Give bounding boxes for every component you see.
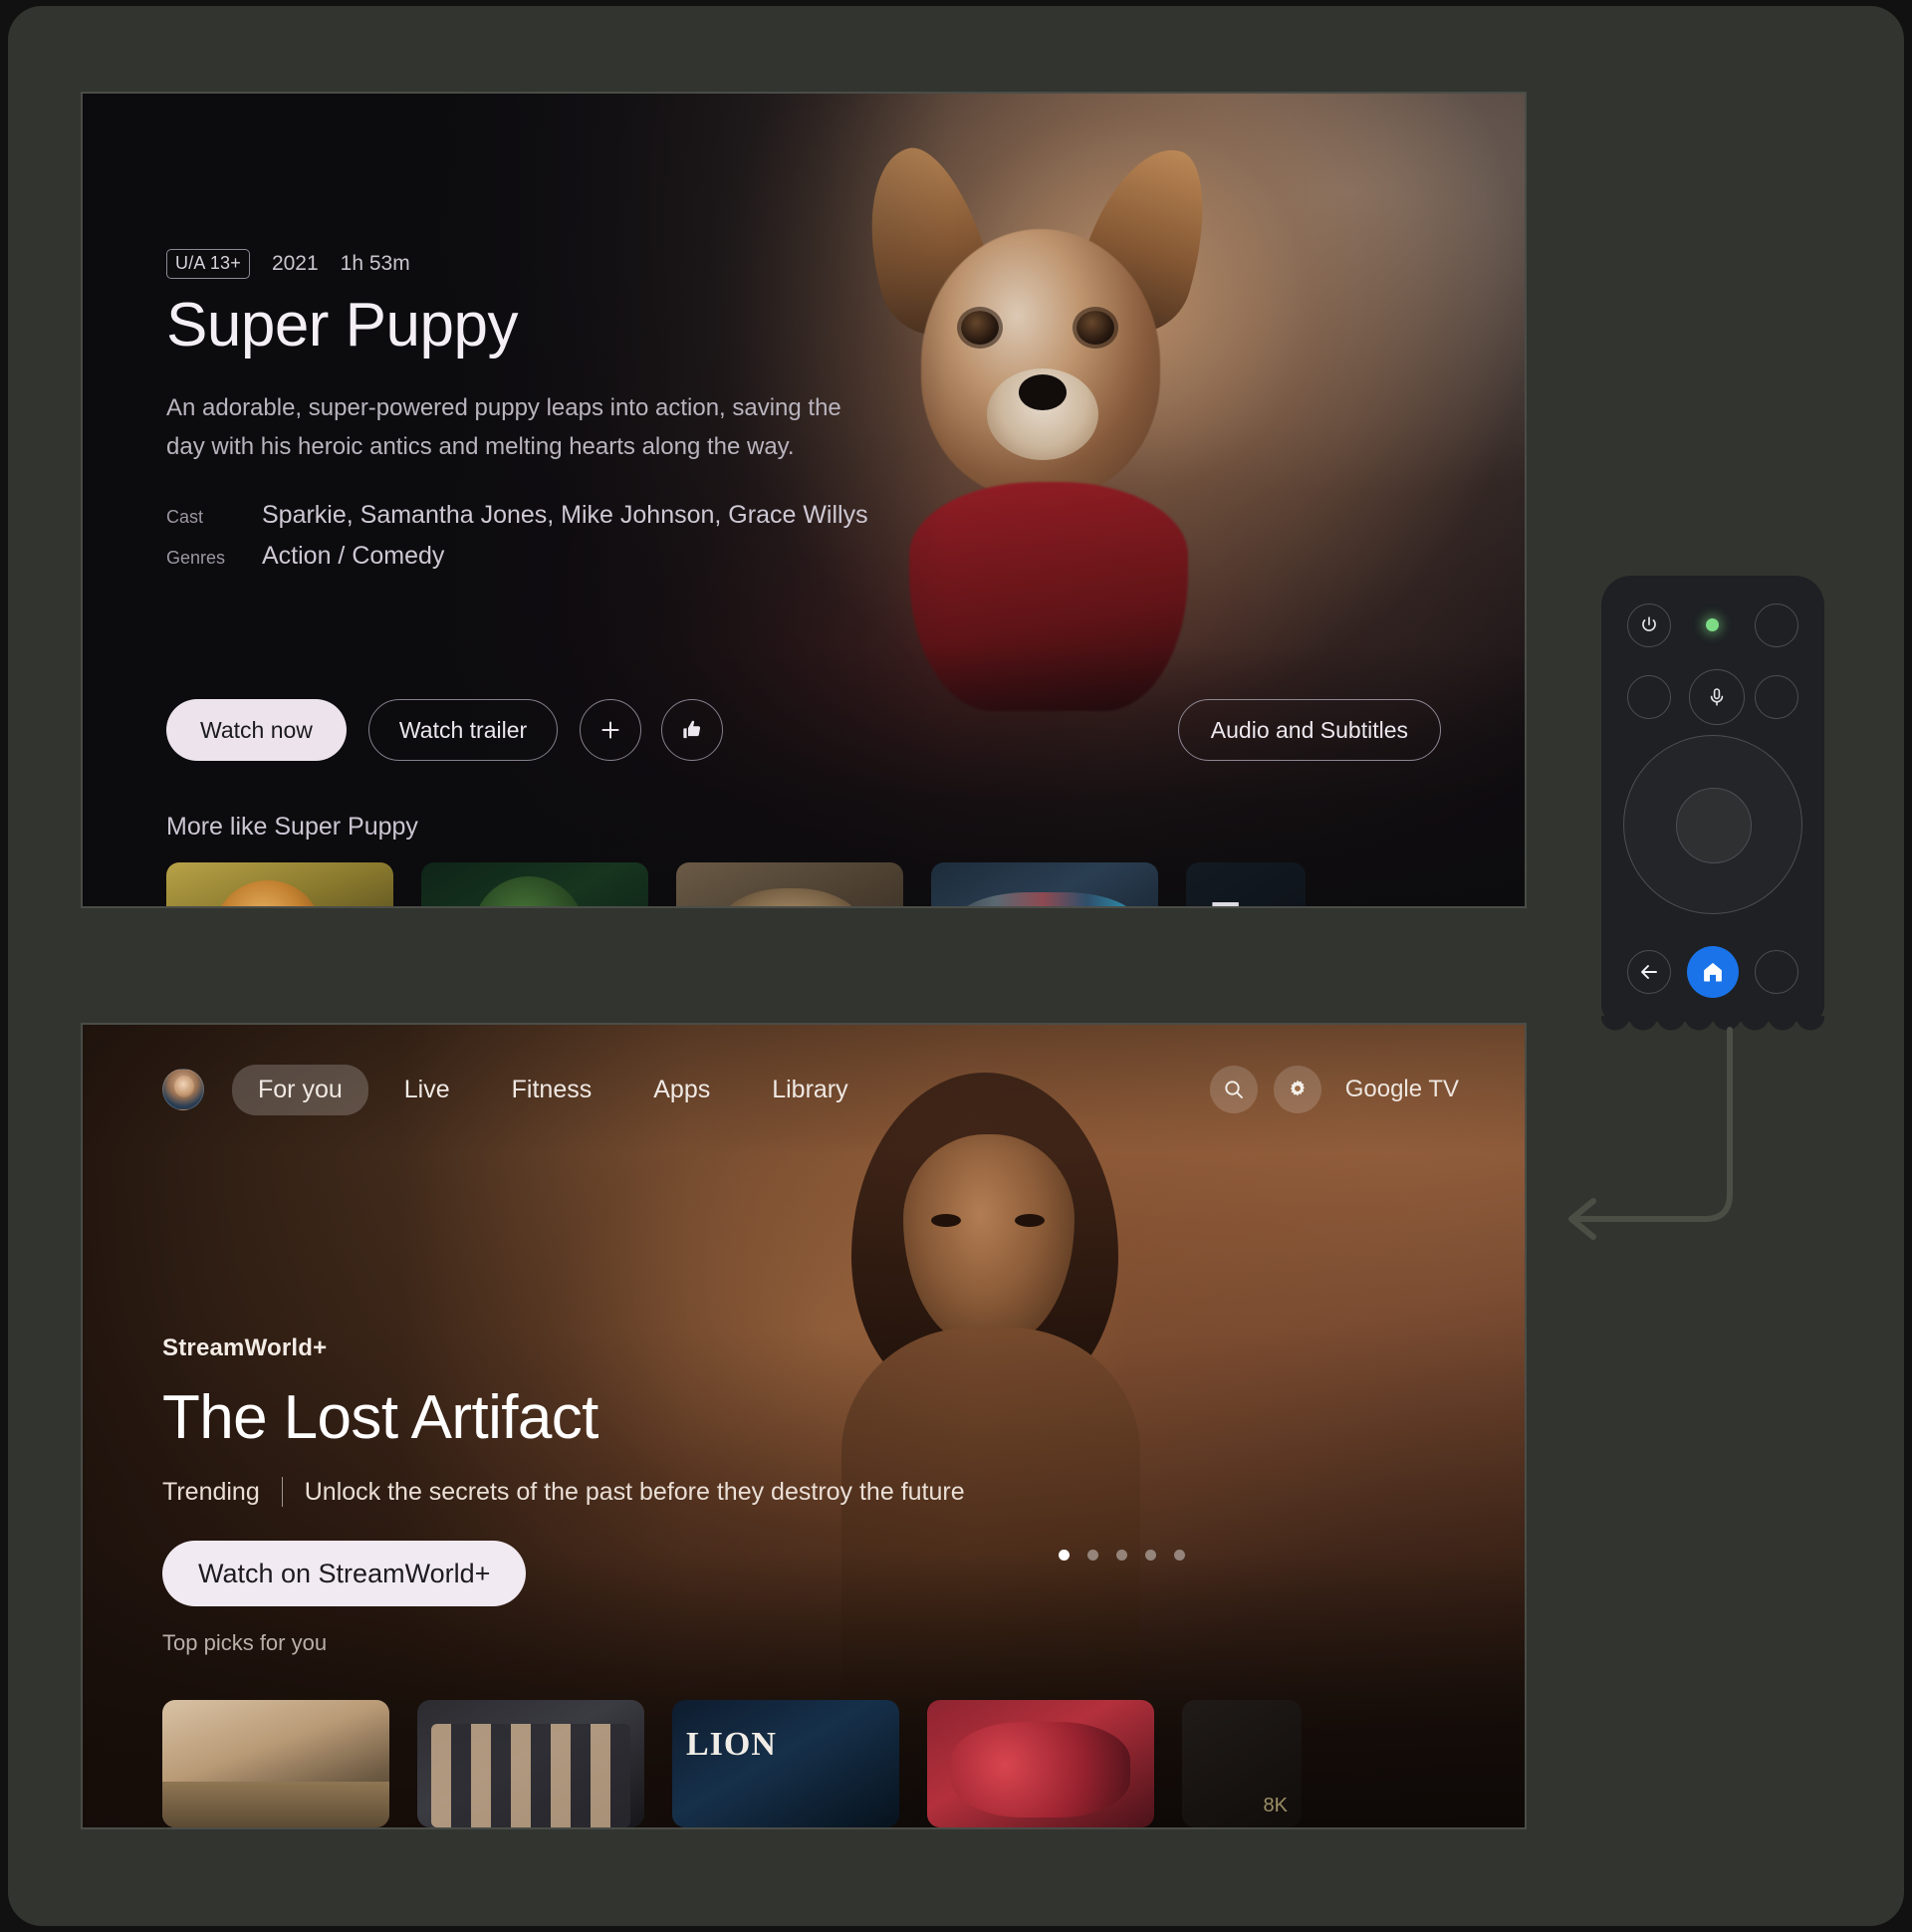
pick-tile-partial[interactable]: 8K bbox=[1182, 1700, 1302, 1827]
home-button[interactable] bbox=[1687, 946, 1739, 998]
movie-title: Super Puppy bbox=[166, 291, 518, 360]
rating-badge: U/A 13+ bbox=[166, 249, 250, 279]
partial-pick-glyph: 8K bbox=[1263, 1795, 1288, 1816]
dpad-control[interactable] bbox=[1623, 735, 1802, 914]
remote-button-mid-right[interactable] bbox=[1755, 675, 1798, 719]
pick-tile-desert[interactable] bbox=[162, 1700, 389, 1827]
carousel-pagination bbox=[1059, 1550, 1185, 1561]
top-navigation-bar: For you Live Fitness Apps Library Google… bbox=[83, 1061, 1525, 1118]
pick-tile-ensemble[interactable] bbox=[417, 1700, 644, 1827]
related-tile-hedgehog[interactable] bbox=[421, 862, 648, 906]
tv-remote-control bbox=[1601, 576, 1824, 1038]
related-tile-tiger-cub[interactable] bbox=[166, 862, 393, 906]
search-button[interactable] bbox=[1209, 1066, 1258, 1113]
movie-synopsis: An adorable, super-powered puppy leaps i… bbox=[166, 394, 841, 461]
hero-trending-badge: Trending bbox=[162, 1477, 260, 1506]
hero-tagline: Unlock the secrets of the past before th… bbox=[304, 1477, 965, 1506]
back-button[interactable] bbox=[1627, 950, 1671, 994]
watch-now-button[interactable]: Watch now bbox=[166, 699, 347, 761]
audio-and-subtitles-button[interactable]: Audio and Subtitles bbox=[1177, 699, 1441, 761]
lion-tile-title: LION bbox=[686, 1726, 777, 1763]
watch-trailer-button[interactable]: Watch trailer bbox=[367, 699, 559, 761]
partial-tile-glyph: F bbox=[1208, 890, 1241, 906]
pick-tile-soccer[interactable] bbox=[927, 1700, 1154, 1827]
carousel-dot-3[interactable] bbox=[1116, 1550, 1127, 1561]
detail-info-block: U/A 13+ 2021 1h 53m Super Puppy An adora… bbox=[166, 249, 1361, 583]
hero-title: The Lost Artifact bbox=[162, 1383, 598, 1452]
thumbs-up-icon bbox=[683, 720, 701, 739]
search-icon bbox=[1225, 1081, 1243, 1098]
power-button[interactable] bbox=[1627, 604, 1671, 647]
screenshot-root: U/A 13+ 2021 1h 53m Super Puppy An adora… bbox=[0, 0, 1912, 1932]
runtime: 1h 53m bbox=[340, 252, 410, 275]
carousel-dot-5[interactable] bbox=[1174, 1550, 1185, 1561]
cast-row: Cast Sparkie, Samantha Jones, Mike Johns… bbox=[166, 501, 1361, 530]
plus-icon bbox=[601, 721, 619, 739]
watch-on-streamworld-button[interactable]: Watch on StreamWorld+ bbox=[162, 1541, 527, 1606]
gear-icon bbox=[1290, 1080, 1305, 1096]
movie-detail-screen: U/A 13+ 2021 1h 53m Super Puppy An adora… bbox=[81, 92, 1527, 908]
settings-button[interactable] bbox=[1273, 1066, 1321, 1113]
callout-arrow-wrapper bbox=[1546, 1020, 1765, 1254]
like-button[interactable] bbox=[661, 699, 724, 761]
dpad-select-button[interactable] bbox=[1676, 788, 1752, 863]
related-tile-partial[interactable]: F bbox=[1186, 862, 1306, 906]
top-picks-heading: Top picks for you bbox=[162, 1630, 328, 1655]
detail-action-bar: Watch now Watch trailer Audio and Subtit… bbox=[166, 699, 1441, 761]
google-tv-home-screen: For you Live Fitness Apps Library Google… bbox=[81, 1023, 1527, 1829]
hero-provider-label: StreamWorld+ bbox=[162, 1334, 328, 1361]
metadata-row: U/A 13+ 2021 1h 53m bbox=[166, 249, 1361, 279]
remote-button-top-right[interactable] bbox=[1755, 604, 1798, 647]
pick-tile-lion[interactable]: LION bbox=[672, 1700, 899, 1827]
remote-button-bottom-right[interactable] bbox=[1755, 950, 1798, 994]
add-to-watchlist-button[interactable] bbox=[580, 699, 642, 761]
hero-subtitle-row: Trending Unlock the secrets of the past … bbox=[162, 1477, 1059, 1507]
related-tile-birds[interactable] bbox=[931, 862, 1158, 906]
tab-live[interactable]: Live bbox=[378, 1065, 476, 1115]
subtitle-divider bbox=[281, 1477, 283, 1507]
carousel-dot-2[interactable] bbox=[1087, 1550, 1098, 1561]
tab-fitness[interactable]: Fitness bbox=[486, 1065, 618, 1115]
cast-label: Cast bbox=[166, 507, 204, 528]
brand-label: Google TV bbox=[1344, 1076, 1459, 1102]
nav-right-cluster: Google TV bbox=[1209, 1066, 1459, 1113]
tab-for-you[interactable]: For you bbox=[232, 1064, 368, 1115]
power-icon bbox=[1642, 616, 1656, 631]
home-icon bbox=[1704, 962, 1722, 982]
top-picks-rail[interactable]: LION 8K bbox=[162, 1700, 1302, 1827]
related-tile-monkeys[interactable] bbox=[676, 862, 903, 906]
more-like-heading: More like Super Puppy bbox=[166, 813, 418, 841]
hero-content-block: StreamWorld+ The Lost Artifact Trending … bbox=[162, 1334, 1059, 1606]
tab-library[interactable]: Library bbox=[746, 1065, 873, 1115]
profile-avatar[interactable] bbox=[162, 1069, 204, 1110]
tab-apps[interactable]: Apps bbox=[627, 1065, 736, 1115]
cast-value: Sparkie, Samantha Jones, Mike Johnson, G… bbox=[262, 501, 868, 530]
back-arrow-icon bbox=[1641, 965, 1657, 979]
related-titles-rail[interactable]: F bbox=[166, 862, 1306, 906]
genres-row: Genres Action / Comedy bbox=[166, 542, 1361, 571]
callout-arrow bbox=[1568, 1027, 1733, 1240]
microphone-icon bbox=[1710, 688, 1724, 706]
status-led-indicator bbox=[1706, 618, 1719, 631]
genres-value: Action / Comedy bbox=[262, 542, 445, 571]
genres-label: Genres bbox=[166, 548, 226, 569]
carousel-dot-1[interactable] bbox=[1059, 1550, 1070, 1561]
remote-button-mid-left[interactable] bbox=[1627, 675, 1671, 719]
assistant-button[interactable] bbox=[1689, 669, 1745, 725]
carousel-dot-4[interactable] bbox=[1145, 1550, 1156, 1561]
release-year: 2021 bbox=[271, 252, 319, 275]
